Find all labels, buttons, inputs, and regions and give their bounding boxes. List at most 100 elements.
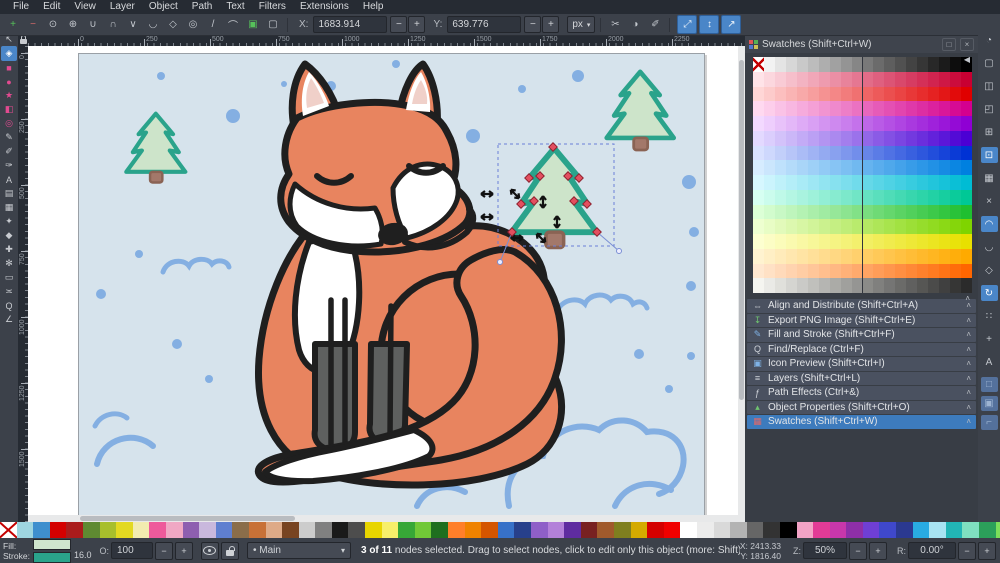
swatch-cell[interactable] (928, 57, 940, 72)
swatch-cell[interactable] (840, 234, 852, 249)
swatch-cell[interactable] (785, 219, 797, 234)
snap-page-border-icon[interactable]: □ (980, 377, 998, 392)
menu-filters[interactable]: Filters (252, 0, 293, 14)
swatch-cell[interactable] (917, 234, 929, 249)
menu-edit[interactable]: Edit (36, 0, 67, 14)
swatch-cell[interactable] (753, 189, 764, 205)
swatch-cell[interactable] (807, 263, 819, 279)
ruler-lock-corner[interactable] (18, 35, 28, 46)
swatch-cell[interactable] (939, 86, 951, 102)
swatch-cell[interactable] (763, 101, 775, 116)
snap-cusp-nodes-icon[interactable]: ◡ (981, 239, 998, 255)
swatch-cell[interactable] (939, 189, 951, 205)
palette-swatch[interactable] (680, 522, 697, 538)
y-coord-field[interactable]: 639.776 (447, 16, 522, 33)
swatch-cell[interactable] (796, 234, 808, 249)
rotation-minus-button[interactable]: − (958, 541, 976, 560)
measure-tool[interactable]: ∠ (1, 312, 17, 327)
swatch-cell[interactable] (763, 160, 775, 175)
swatch-cell[interactable] (895, 189, 907, 205)
swatch-cell[interactable] (917, 219, 929, 234)
swatch-cell[interactable] (818, 101, 830, 116)
swatch-cell[interactable] (939, 160, 951, 175)
swatch-cell[interactable] (884, 145, 896, 161)
node-tool[interactable]: ◈ (1, 46, 17, 61)
swatch-cell[interactable] (774, 160, 786, 175)
palette-swatch[interactable] (49, 522, 67, 538)
calligraphy-tool[interactable]: ✑ (1, 158, 17, 173)
stroke-to-path-icon[interactable]: ▢ (264, 17, 282, 33)
box3d-tool[interactable]: ◧ (1, 102, 17, 117)
menu-path[interactable]: Path (185, 0, 220, 14)
swatch-cell[interactable] (796, 145, 808, 161)
unit-dropdown[interactable]: px ▾ (567, 16, 596, 33)
paint-bucket-tool[interactable]: ◆ (1, 228, 17, 243)
swatch-cell[interactable] (906, 175, 918, 190)
swatch-cell[interactable] (928, 145, 940, 161)
swatch-cell[interactable] (884, 175, 896, 190)
swatch-cell[interactable] (785, 130, 797, 146)
swatch-cell[interactable] (785, 175, 797, 190)
swatch-cell[interactable] (807, 278, 819, 293)
swatch-cell[interactable] (763, 86, 775, 102)
palette-swatch[interactable] (630, 522, 648, 538)
swatch-cell[interactable] (895, 71, 907, 87)
swatch-cell[interactable] (895, 116, 907, 131)
palette-swatch[interactable] (564, 522, 581, 538)
swatch-cell[interactable] (906, 145, 918, 161)
swatch-cell[interactable] (884, 263, 896, 279)
swatch-grid[interactable] (753, 57, 972, 293)
swatch-cell[interactable] (950, 248, 962, 264)
swatch-cell[interactable] (873, 160, 885, 175)
swatch-cell[interactable] (818, 204, 830, 220)
swatch-cell[interactable] (906, 204, 918, 220)
swatch-cell[interactable] (873, 130, 885, 146)
swatch-cell[interactable] (906, 116, 918, 131)
swatch-cell[interactable] (818, 234, 830, 249)
swatch-cell[interactable] (807, 219, 819, 234)
swatch-cell[interactable] (807, 248, 819, 264)
swatch-cell[interactable] (829, 175, 841, 190)
swatch-cell[interactable] (895, 204, 907, 220)
swatch-cell[interactable] (939, 57, 951, 72)
snap-grids-icon[interactable]: ▣ (980, 396, 998, 411)
palette-swatch[interactable] (298, 522, 316, 538)
swatch-cell[interactable] (818, 86, 830, 102)
swatch-cell[interactable] (917, 278, 929, 293)
swatch-cell[interactable] (873, 204, 885, 220)
swatch-cell[interactable] (818, 248, 830, 264)
layer-visibility-button[interactable] (200, 541, 219, 560)
swatch-cell[interactable] (840, 71, 852, 87)
swatch-cell[interactable] (774, 263, 786, 279)
palette-swatch[interactable] (431, 522, 449, 538)
palette-swatch[interactable] (713, 522, 731, 538)
swatch-cell[interactable] (796, 175, 808, 190)
mask-edit-icon[interactable]: ◑ (626, 17, 644, 33)
swatch-cell[interactable] (873, 71, 885, 87)
delete-node-icon[interactable]: − (24, 17, 42, 33)
swatch-cell[interactable] (753, 145, 764, 161)
gradient-tool[interactable]: ▤ (1, 186, 17, 201)
palette-swatch[interactable] (348, 522, 366, 538)
swatch-cell[interactable] (774, 248, 786, 264)
swatch-cell[interactable] (862, 101, 874, 116)
swatch-cell[interactable] (950, 219, 962, 234)
swatch-cell[interactable] (763, 263, 775, 279)
palette-swatch[interactable] (199, 522, 216, 538)
palette-swatch[interactable] (116, 522, 133, 538)
swatch-cell[interactable] (961, 101, 972, 116)
swatch-cell[interactable] (851, 57, 863, 72)
swatch-cell[interactable] (906, 219, 918, 234)
swatch-cell[interactable] (840, 101, 852, 116)
palette-swatch[interactable] (597, 522, 614, 538)
swatch-cell[interactable] (807, 175, 819, 190)
swatch-cell[interactable] (753, 263, 764, 279)
swatches-panel-header[interactable]: Swatches (Shift+Ctrl+W) □ × (745, 36, 978, 53)
swatch-cell[interactable] (807, 116, 819, 131)
swatch-cell[interactable] (895, 57, 907, 72)
swatch-cell[interactable] (884, 57, 896, 72)
swatch-cell[interactable] (873, 101, 885, 116)
swatch-cell[interactable] (862, 130, 874, 146)
panel-item-fill[interactable]: ✎ Fill and Stroke (Shift+Ctrl+F) ˄ (747, 328, 976, 342)
swatch-cell[interactable] (763, 57, 775, 72)
